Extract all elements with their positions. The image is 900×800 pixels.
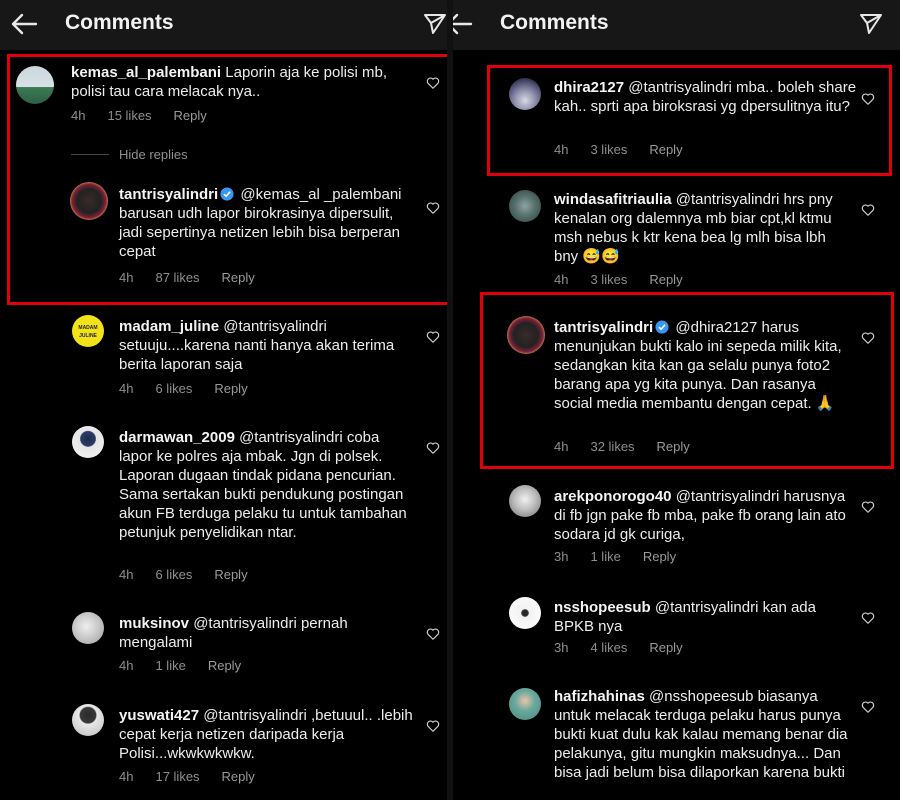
heart-icon[interactable] xyxy=(861,203,875,217)
comment-likes[interactable]: 6 likes xyxy=(155,567,192,582)
comment-item: windasafitriaulia @tantrisyalindri hrs p… xyxy=(453,185,900,295)
right-comments-panel: Comments dhira2127 @tantrisyalindri mba.… xyxy=(453,0,900,800)
comment-time: 3h xyxy=(554,549,569,564)
avatar[interactable] xyxy=(509,485,541,517)
comment-username[interactable]: muksinov xyxy=(119,615,189,632)
avatar[interactable] xyxy=(72,426,104,458)
comment-time: 4h xyxy=(119,567,134,582)
heart-icon[interactable] xyxy=(861,700,875,714)
comment-time: 4h xyxy=(119,769,134,784)
avatar[interactable] xyxy=(509,597,541,629)
comment-username[interactable]: hafizhahinas xyxy=(554,688,645,705)
avatar[interactable]: MADAM JULINE xyxy=(72,315,104,347)
left-comments-panel: Comments kemas_al_palembani Laporin aja … xyxy=(0,0,447,800)
comment-item: hafizhahinas @nsshopeesub biasanya untuk… xyxy=(453,684,900,800)
comments-header: Comments xyxy=(0,0,447,50)
back-arrow-icon[interactable] xyxy=(10,12,38,36)
reply-button[interactable]: Reply xyxy=(214,567,247,582)
heart-icon[interactable] xyxy=(426,719,440,733)
highlight-box xyxy=(487,65,892,176)
comment-likes[interactable]: 6 likes xyxy=(155,381,192,396)
comment-item: darmawan_2009 @tantrisyalindri coba lapo… xyxy=(0,423,447,593)
comment-likes[interactable]: 1 like xyxy=(590,549,620,564)
comment-username[interactable]: arekponorogo40 xyxy=(554,488,672,505)
reply-button[interactable]: Reply xyxy=(643,549,676,564)
comment-username[interactable]: darmawan_2009 xyxy=(119,429,235,446)
direct-share-icon[interactable] xyxy=(859,12,883,36)
comment-item: arekponorogo40 @tantrisyalindri harusnya… xyxy=(453,482,900,577)
comment-time: 4h xyxy=(554,272,569,287)
comment-likes[interactable]: 1 like xyxy=(155,658,185,673)
comment-username[interactable]: yuswati427 xyxy=(119,707,199,724)
highlight-box xyxy=(7,54,447,305)
reply-button[interactable]: Reply xyxy=(222,769,255,784)
comment-time: 4h xyxy=(119,658,134,673)
reply-button[interactable]: Reply xyxy=(208,658,241,673)
page-title: Comments xyxy=(500,11,609,34)
heart-icon[interactable] xyxy=(426,627,440,641)
comments-header: Comments xyxy=(453,0,900,50)
direct-share-icon[interactable] xyxy=(423,12,447,36)
highlight-box xyxy=(480,292,894,469)
avatar[interactable] xyxy=(509,190,541,222)
comment-likes[interactable]: 3 likes xyxy=(590,272,627,287)
page-title: Comments xyxy=(65,11,174,34)
comment-username[interactable]: nsshopeesub xyxy=(554,599,651,616)
comment-item: MADAM JULINE madam_juline @tantrisyalind… xyxy=(0,312,447,402)
heart-icon[interactable] xyxy=(426,441,440,455)
heart-icon[interactable] xyxy=(861,500,875,514)
comment-item: yuswati427 @tantrisyalindri ,betuuul.. .… xyxy=(0,701,447,796)
reply-button[interactable]: Reply xyxy=(214,381,247,396)
avatar[interactable] xyxy=(72,612,104,644)
heart-icon[interactable] xyxy=(861,611,875,625)
comment-item: nsshopeesub @tantrisyalindri kan ada BPK… xyxy=(453,593,900,663)
heart-icon[interactable] xyxy=(426,330,440,344)
back-arrow-icon[interactable] xyxy=(453,12,473,36)
reply-button[interactable]: Reply xyxy=(649,640,682,655)
comment-time: 4h xyxy=(119,381,134,396)
comment-username[interactable]: windasafitriaulia xyxy=(554,191,672,208)
comment-time: 3h xyxy=(554,640,569,655)
reply-button[interactable]: Reply xyxy=(649,272,682,287)
avatar[interactable] xyxy=(509,688,541,720)
comment-likes[interactable]: 17 likes xyxy=(155,769,199,784)
avatar[interactable] xyxy=(72,704,104,736)
comment-item: muksinov @tantrisyalindri pernah mengala… xyxy=(0,609,447,679)
comment-likes[interactable]: 4 likes xyxy=(590,640,627,655)
comment-username[interactable]: madam_juline xyxy=(119,318,219,335)
